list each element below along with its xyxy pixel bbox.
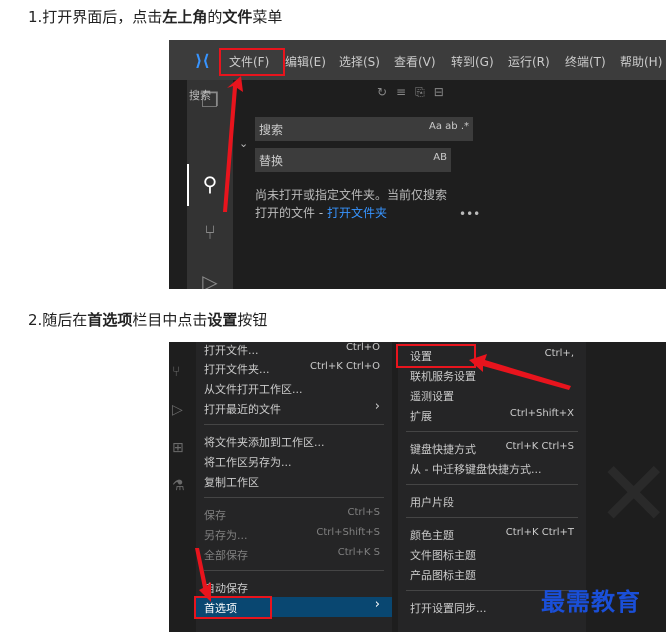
search-toolbar-icons[interactable]: ↻≡⎘⊟: [377, 85, 453, 100]
menu-run[interactable]: 运行(R): [508, 53, 550, 70]
active-indicator: [187, 164, 189, 206]
menu-item-save-workspace-as[interactable]: 将工作区另存为...: [204, 454, 292, 470]
step-1-instruction: 1.打开界面后，点击左上角的文件菜单: [28, 8, 283, 26]
source-control-icon: ⑂: [172, 364, 181, 380]
menu-item-save[interactable]: 保存: [204, 507, 226, 523]
menu-item-extensions[interactable]: 扩展: [410, 408, 432, 424]
menu-help[interactable]: 帮助(H): [620, 53, 662, 70]
menu-separator: [406, 484, 578, 485]
screenshot-preferences-menu: ⑂ ▷ ⊞ ⚗ 打开文件... Ctrl+O 打开文件夹... Ctrl+K C…: [169, 342, 666, 632]
file-menu-dropdown: 打开文件... Ctrl+O 打开文件夹... Ctrl+K Ctrl+O 从文…: [196, 342, 392, 632]
menu-item-open-workspace[interactable]: 从文件打开工作区...: [204, 381, 303, 397]
menu-item-online-services-settings[interactable]: 联机服务设置: [410, 368, 476, 384]
chevron-right-icon: ›: [374, 399, 380, 414]
search-options-icons[interactable]: Aa ab .*: [429, 121, 469, 132]
screenshot-file-menu: ⟩⟨ 文件(F) 编辑(E) 选择(S) 查看(V) 转到(G) 运行(R) 终…: [169, 40, 666, 289]
menu-item-open-file[interactable]: 打开文件...: [204, 342, 259, 358]
menu-edit[interactable]: 编辑(E): [285, 53, 326, 70]
menu-selection[interactable]: 选择(S): [339, 53, 380, 70]
watermark-text: 最需教育: [541, 587, 641, 616]
menu-separator: [204, 497, 384, 498]
run-debug-icon[interactable]: ▷: [198, 270, 222, 289]
red-arrow-icon: [195, 548, 211, 602]
menu-item-add-folder-to-workspace[interactable]: 将文件夹添加到工作区...: [204, 434, 325, 450]
step-2-instruction: 2.随后在首选项栏目中点击设置按钮: [28, 311, 268, 329]
sidebar-title: 搜索: [189, 89, 211, 102]
preserve-case-icon[interactable]: AB: [433, 152, 447, 163]
menu-item-file-icon-theme[interactable]: 文件图标主题: [410, 547, 476, 563]
red-arrow-icon: [223, 76, 243, 212]
menu-item-open-recent[interactable]: 打开最近的文件: [204, 401, 281, 417]
highlight-box-file: [219, 48, 285, 76]
search-input[interactable]: 搜索 Aa ab .*: [255, 117, 473, 141]
more-icon[interactable]: •••: [459, 207, 480, 221]
chevron-right-icon: ›: [374, 597, 380, 612]
menu-item-settings-sync[interactable]: 打开设置同步...: [410, 600, 487, 616]
menu-item-color-theme[interactable]: 颜色主题: [410, 527, 454, 543]
menu-item-open-folder[interactable]: 打开文件夹...: [204, 361, 270, 377]
menu-item-duplicate-workspace[interactable]: 复制工作区: [204, 474, 259, 490]
highlight-box-settings: [396, 344, 476, 368]
menu-separator: [406, 431, 578, 432]
source-control-icon[interactable]: ⑂: [198, 220, 222, 244]
menu-terminal[interactable]: 终端(T): [565, 53, 606, 70]
open-folder-link[interactable]: 打开文件夹: [327, 206, 387, 220]
menu-separator: [406, 517, 578, 518]
menu-item-migrate-keybindings[interactable]: 从 - 中迁移键盘快捷方式...: [410, 461, 541, 477]
menu-goto[interactable]: 转到(G): [451, 53, 494, 70]
menu-separator: [204, 570, 384, 571]
vscode-watermark-logo: ✕: [596, 442, 666, 547]
menu-item-telemetry-settings[interactable]: 遥测设置: [410, 388, 454, 404]
menu-item-keyboard-shortcuts[interactable]: 键盘快捷方式: [410, 441, 476, 457]
menu-item-save-as[interactable]: 另存为...: [204, 527, 248, 543]
menu-item-product-icon-theme[interactable]: 产品图标主题: [410, 567, 476, 583]
replace-input[interactable]: 替换 AB: [255, 148, 451, 172]
red-arrow-icon: [469, 354, 571, 390]
menu-item-user-snippets[interactable]: 用户片段: [410, 494, 454, 510]
run-debug-icon: ▷: [172, 402, 183, 418]
menu-separator: [204, 424, 384, 425]
menu-view[interactable]: 查看(V): [394, 53, 436, 70]
vscode-logo-icon: ⟩⟨: [195, 51, 210, 70]
no-folder-message: 尚未打开或指定文件夹。当前仅搜索 打开的文件 - 打开文件夹: [255, 188, 448, 220]
extensions-icon: ⊞: [172, 440, 184, 456]
flask-icon: ⚗: [172, 478, 185, 494]
